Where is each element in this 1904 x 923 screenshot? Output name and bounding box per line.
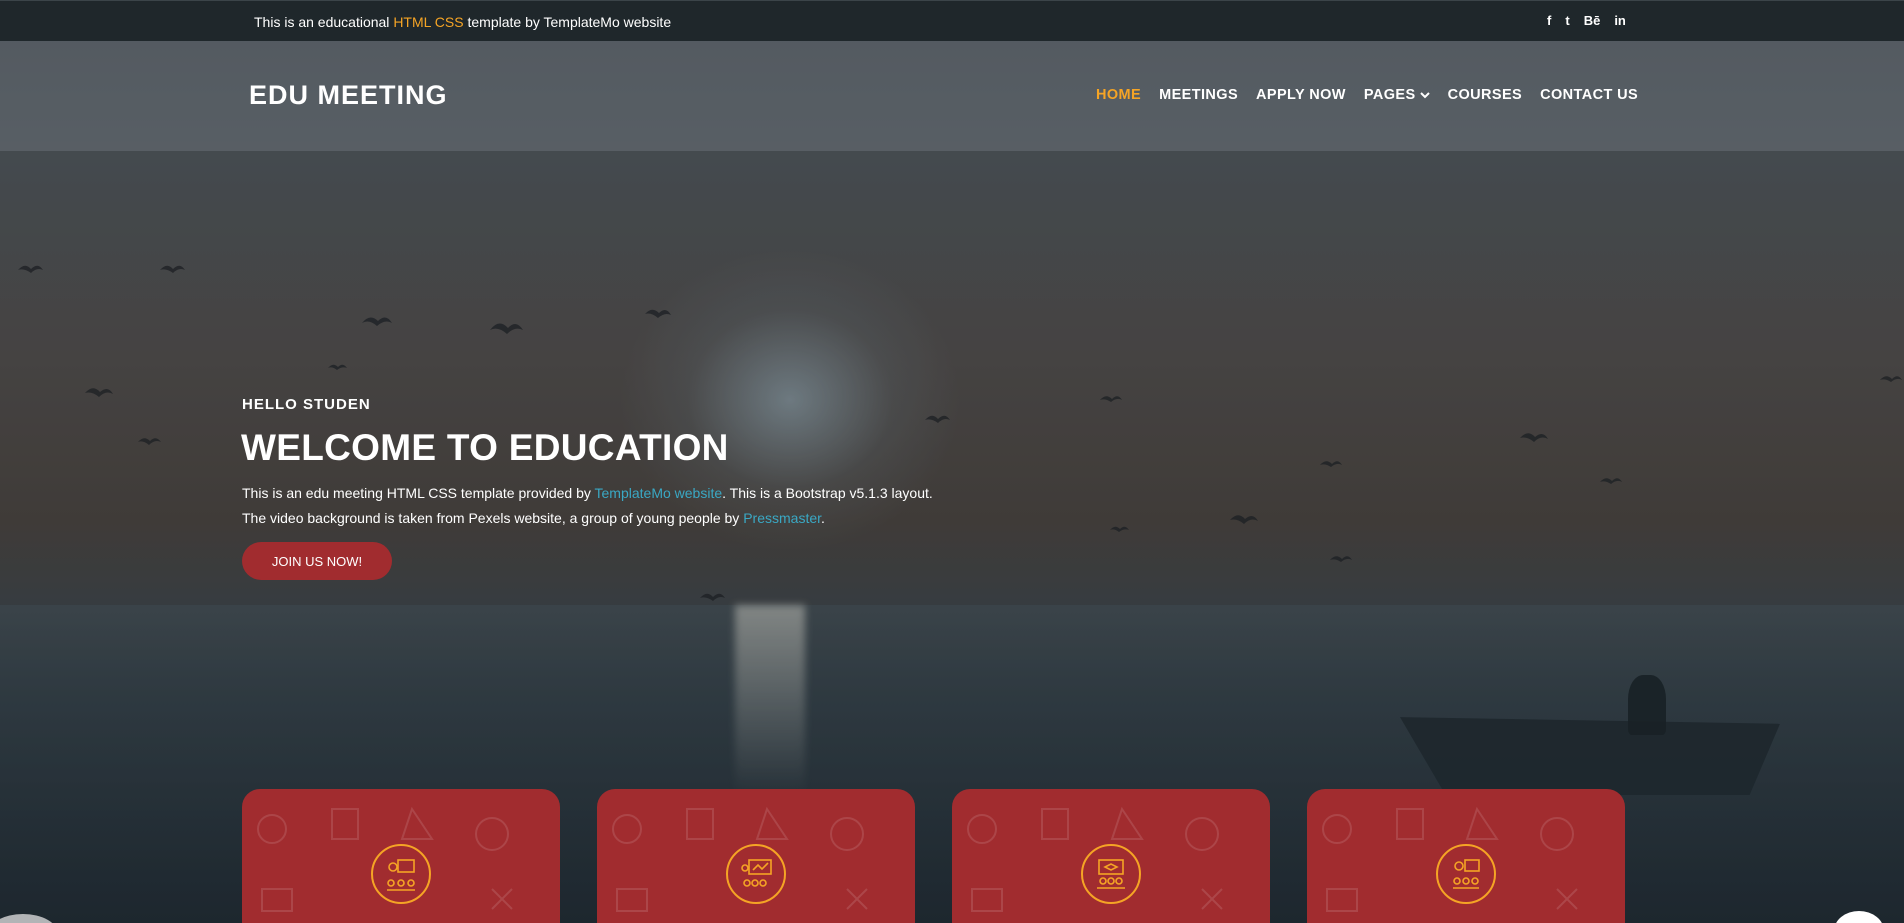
- topbar-text-before: This is an educational: [254, 14, 394, 30]
- topbar-highlight[interactable]: HTML CSS: [393, 14, 463, 30]
- main-nav: HOME MEETINGS APPLY NOW PAGES COURSES CO…: [1096, 87, 1638, 103]
- nav-contact-us[interactable]: CONTACT US: [1540, 87, 1638, 103]
- service-card[interactable]: [952, 789, 1270, 923]
- facebook-icon[interactable]: f: [1547, 13, 1551, 28]
- linkedin-icon[interactable]: in: [1614, 13, 1626, 28]
- nav-apply-now[interactable]: APPLY NOW: [1256, 87, 1346, 103]
- top-bar: This is an educational HTML CSS template…: [0, 0, 1904, 41]
- logo[interactable]: EDU MEETING: [249, 80, 448, 111]
- hero-kicker: HELLO STUDEN: [242, 396, 371, 413]
- hero-title: WELCOME TO EDUCATION: [241, 427, 729, 468]
- hero-description: This is an edu meeting HTML CSS template…: [242, 481, 933, 531]
- behance-icon[interactable]: Bē: [1584, 13, 1601, 28]
- student-discussion-glyph: [1453, 859, 1480, 889]
- topbar-text: This is an educational HTML CSS template…: [254, 14, 671, 30]
- templatemo-link[interactable]: TemplateMo website: [595, 485, 723, 501]
- desc-text: . This is a Bootstrap v5.1.3 layout.: [722, 485, 933, 501]
- pressmaster-link[interactable]: Pressmaster: [743, 510, 821, 526]
- social-links: f t Bē in: [1547, 13, 1626, 28]
- teacher-board-icon: [371, 844, 431, 904]
- nav-pages-label: PAGES: [1363, 87, 1416, 103]
- desc-text: The video background is taken from Pexel…: [242, 510, 744, 526]
- nav-meetings[interactable]: MEETINGS: [1159, 87, 1238, 103]
- topbar-text-after: template by TemplateMo website: [463, 14, 672, 30]
- service-card[interactable]: [242, 789, 560, 923]
- service-card[interactable]: [1307, 789, 1625, 923]
- desc-text: This is an edu meeting HTML CSS template…: [242, 485, 595, 501]
- hero-desc-line-2: The video background is taken from Pexel…: [242, 506, 933, 531]
- presentation-group-glyph: [741, 859, 772, 887]
- service-card[interactable]: [597, 789, 915, 923]
- desc-text: .: [821, 510, 825, 526]
- nav-home[interactable]: HOME: [1096, 87, 1141, 103]
- join-us-button[interactable]: JOIN US NOW!: [242, 542, 392, 580]
- graduation-class-icon: [1081, 844, 1141, 904]
- presentation-group-icon: [726, 844, 786, 904]
- twitter-icon[interactable]: t: [1565, 13, 1569, 28]
- chevron-down-icon: [1419, 92, 1430, 99]
- nav-courses[interactable]: COURSES: [1448, 87, 1523, 103]
- teacher-board-glyph: [387, 859, 415, 891]
- hero-desc-line-1: This is an edu meeting HTML CSS template…: [242, 481, 933, 506]
- graduation-class-glyph: [1097, 859, 1125, 889]
- site-header: EDU MEETING HOME MEETINGS APPLY NOW PAGE…: [0, 41, 1904, 151]
- nav-pages[interactable]: PAGES: [1364, 87, 1430, 103]
- student-discussion-icon: [1436, 844, 1496, 904]
